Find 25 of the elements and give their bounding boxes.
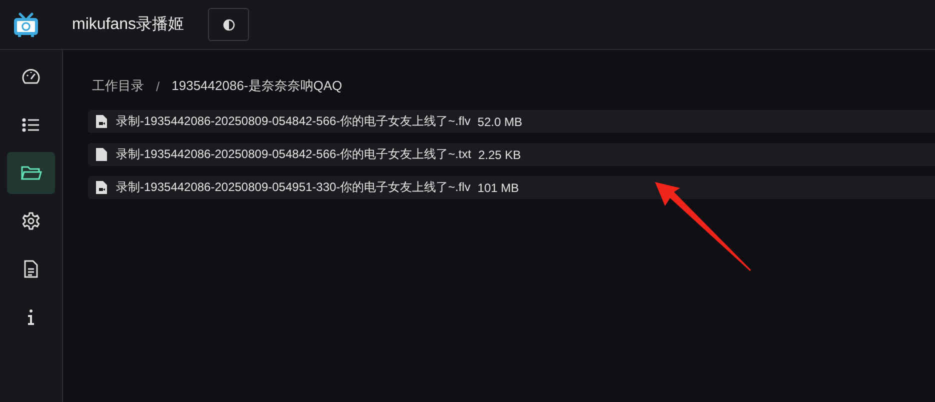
file-name: 录制-1935442086-20250809-054842-566-你的电子女友上线了~.flv [116, 113, 471, 130]
file-row[interactable]: 录制-1935442086-20250809-054842-566-你的电子女友上线了~.flv 52.0 MB [88, 110, 935, 133]
breadcrumb-item[interactable]: 工作目录 [92, 77, 144, 95]
document-icon [22, 259, 40, 279]
file-size: 52.0 MB [478, 114, 522, 128]
settings-icon [21, 211, 41, 231]
info-icon [26, 308, 36, 326]
theme-toggle-button[interactable] [208, 8, 250, 41]
file-name: 录制-1935442086-20250809-054842-566-你的电子女友上线了~.txt [116, 146, 472, 163]
file-icon [96, 148, 107, 161]
gauge-icon [21, 67, 41, 87]
breadcrumb-separator: / [156, 78, 160, 94]
sidebar-item[interactable] [7, 152, 55, 194]
app-title: mikufans录播姬 [72, 15, 184, 35]
contrast-icon [222, 18, 235, 30]
tv-logo-icon [13, 12, 39, 38]
file-size: 101 MB [478, 180, 519, 194]
video-file-icon [96, 181, 107, 194]
list-icon [21, 115, 41, 135]
file-name: 录制-1935442086-20250809-054951-330-你的电子女友上线了~.flv [116, 179, 471, 196]
video-file-icon [96, 115, 107, 128]
breadcrumb-item[interactable]: 1935442086-是奈奈奈呐QAQ [172, 77, 342, 95]
file-size: 2.25 KB [478, 148, 521, 162]
file-row[interactable]: 录制-1935442086-20250809-054951-330-你的电子女友上线了~.flv 101 MB [88, 176, 935, 199]
file-row[interactable]: 录制-1935442086-20250809-054842-566-你的电子女友上线了~.txt 2.25 KB [88, 143, 935, 166]
